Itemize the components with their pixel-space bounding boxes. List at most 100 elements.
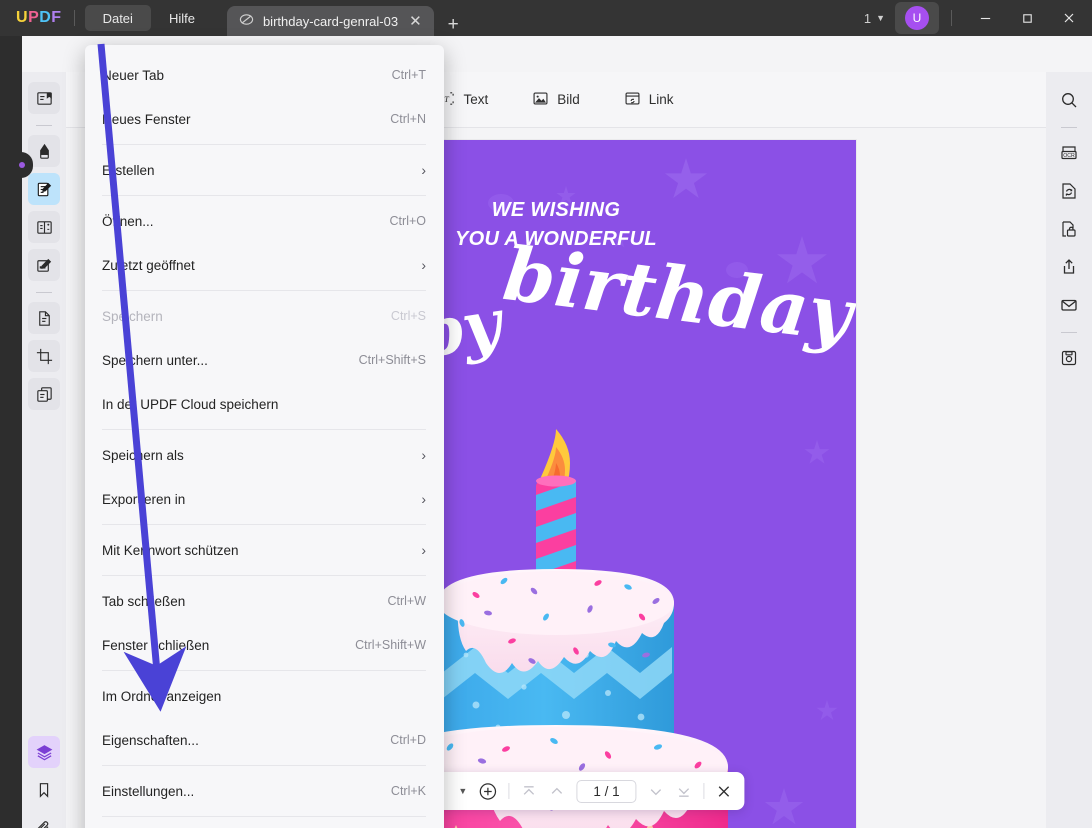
page-indicator[interactable]: 1 / 1 (576, 779, 637, 803)
menu-item-label: Eigenschaften... (102, 732, 199, 748)
menu-datei[interactable]: Datei (84, 5, 151, 31)
pdf-file-icon (239, 12, 254, 30)
new-tab-button[interactable]: + (448, 15, 459, 36)
menu-item-tab-schließen[interactable]: Tab schließen Ctrl+W (85, 579, 444, 623)
menu-item-label: Speichern als (102, 447, 184, 463)
menu-item-drucken[interactable]: Drucken...Ctrl+P (85, 820, 444, 828)
menu-item-im-ordner-anzeigen[interactable]: Im Ordner anzeigen (85, 674, 444, 718)
menu-item-label: Exportieren in (102, 491, 186, 507)
menu-item-exportieren-in[interactable]: Exportieren in › (85, 477, 444, 521)
chevron-right-icon: › (421, 257, 426, 273)
close-zoom-toolbar-icon[interactable] (716, 783, 733, 800)
last-page-icon[interactable] (676, 783, 693, 800)
sidebar-item-fill-and-sign[interactable] (28, 249, 60, 281)
close-window-button[interactable] (1048, 0, 1090, 36)
sidebar-item-bookmarks[interactable] (28, 774, 60, 806)
sidebar-item-layers[interactable] (28, 736, 60, 768)
email-icon[interactable] (1053, 289, 1085, 321)
menu-item-in-der-updf-cloud-speichern[interactable]: In der UPDF Cloud speichern (85, 382, 444, 426)
menu-item-öffnen[interactable]: Öffnen... Ctrl+O (85, 199, 444, 243)
next-page-icon[interactable] (648, 783, 665, 800)
zoom-in-icon[interactable] (478, 782, 497, 801)
sidebar-item-attachments[interactable] (28, 812, 60, 828)
sidebar-item-reader[interactable] (28, 82, 60, 114)
menu-item-shortcut: Ctrl+O (389, 214, 426, 228)
menu-separator (102, 195, 426, 196)
tool-bild-label: Bild (557, 92, 580, 107)
sidebar-item-batch[interactable] (28, 378, 60, 410)
menu-item-shortcut: Ctrl+T (391, 68, 426, 82)
file-menu-dropdown: Neuer Tab Ctrl+T Neues Fenster Ctrl+N Erstel… (85, 45, 444, 828)
menu-item-label: Neuer Tab (102, 67, 165, 83)
chevron-right-icon: › (421, 542, 426, 558)
menu-item-label: Zuletzt geöffnet (102, 257, 195, 273)
search-icon[interactable] (1053, 84, 1085, 116)
menu-separator (102, 816, 426, 817)
menu-item-zuletzt-geöffnet[interactable]: Zuletzt geöffnet › (85, 243, 444, 287)
menu-item-fenster-schließen[interactable]: Fenster schließen Ctrl+Shift+W (85, 623, 444, 667)
tool-text[interactable]: T Text (438, 90, 488, 110)
sidebar-item-comment[interactable] (28, 302, 60, 334)
menu-item-neues-fenster[interactable]: Neues Fenster Ctrl+N (85, 97, 444, 141)
tool-bild[interactable]: Bild (532, 90, 580, 110)
menu-item-label: Fenster schließen (102, 637, 210, 653)
window-list-selector[interactable]: 1 ▼ (864, 11, 885, 26)
convert-icon[interactable] (1053, 175, 1085, 207)
menu-item-mit-kennwort-schützen[interactable]: Mit Kennwort schützen › (85, 528, 444, 572)
menu-item-eigenschaften[interactable]: Eigenschaften... Ctrl+D (85, 718, 444, 762)
document-tab[interactable]: birthday-card-genral-03 ✕ (226, 6, 434, 36)
menu-item-label: Mit Kennwort schützen (102, 542, 239, 558)
menu-separator (102, 290, 426, 291)
menu-item-label: Neues Fenster (102, 111, 191, 127)
menu-item-speichern-unter[interactable]: Speichern unter... Ctrl+Shift+S (85, 338, 444, 382)
ocr-icon[interactable]: OCR (1053, 137, 1085, 169)
link-icon (624, 90, 641, 110)
menu-item-label: Einstellungen... (102, 783, 195, 799)
panel-toggle-handle[interactable] (11, 152, 33, 178)
maximize-button[interactable] (1006, 0, 1048, 36)
menu-hilfe[interactable]: Hilfe (151, 5, 213, 31)
menu-item-einstellungen[interactable]: Einstellungen... Ctrl+K (85, 769, 444, 813)
tool-link-label: Link (648, 92, 674, 107)
close-tab-icon[interactable]: ✕ (407, 14, 424, 29)
left-tool-rail (22, 72, 66, 828)
first-page-icon[interactable] (520, 783, 537, 800)
right-tool-rail: OCR (1046, 72, 1092, 828)
svg-text:T: T (445, 93, 451, 103)
avatar: U (905, 6, 929, 30)
candle (536, 429, 576, 577)
title-bar: UPDF Datei Hilfe birthday-card-genral-03… (0, 0, 1092, 36)
account-button[interactable]: U (895, 2, 939, 34)
menu-item-neuer-tab[interactable]: Neuer Tab Ctrl+T (85, 53, 444, 97)
menu-item-shortcut: Ctrl+D (390, 733, 426, 747)
minimize-button[interactable] (964, 0, 1006, 36)
menu-item-shortcut: Ctrl+Shift+S (358, 353, 426, 367)
chevron-down-icon[interactable]: ▼ (458, 786, 467, 796)
share-icon[interactable] (1053, 251, 1085, 283)
chevron-right-icon: › (421, 447, 426, 463)
chevron-right-icon: › (421, 162, 426, 178)
menu-item-erstellen[interactable]: Erstellen › (85, 148, 444, 192)
divider (1061, 332, 1077, 333)
sidebar-item-organize-pages[interactable] (28, 211, 60, 243)
divider (73, 10, 75, 26)
menu-item-shortcut: Ctrl+K (390, 784, 426, 798)
window-count-label: 1 (863, 10, 872, 26)
updf-window: UPDF Datei Hilfe birthday-card-genral-03… (0, 0, 1092, 828)
sidebar-item-crop[interactable] (28, 340, 60, 372)
chevron-down-icon: ▼ (876, 13, 885, 23)
menu-item-label: Im Ordner anzeigen (102, 688, 222, 704)
chat-ai-icon[interactable] (1053, 822, 1085, 828)
divider (508, 783, 510, 799)
sidebar-item-edit-pdf[interactable] (28, 173, 60, 205)
previous-page-icon[interactable] (548, 783, 565, 800)
menu-item-speichern-als[interactable]: Speichern als › (85, 433, 444, 477)
menu-item-shortcut: Ctrl+S (390, 309, 426, 323)
menu-item-shortcut: Ctrl+N (390, 112, 426, 126)
divider (951, 10, 952, 26)
tool-link[interactable]: Link (624, 90, 674, 110)
menu-separator (102, 575, 426, 576)
protect-icon[interactable] (1053, 213, 1085, 245)
menu-datei-label: Datei (102, 10, 133, 26)
save-icon[interactable] (1053, 342, 1085, 374)
